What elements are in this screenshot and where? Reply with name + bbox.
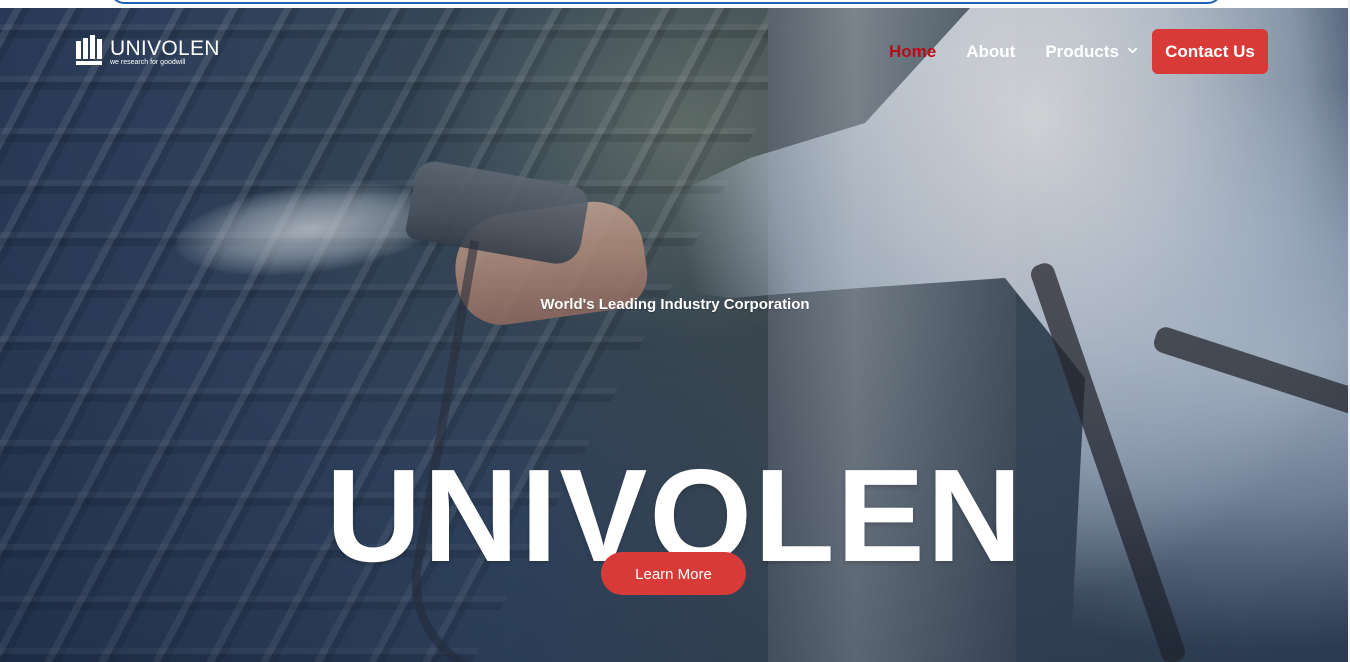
hero-eyebrow: World's Leading Industry Corporation	[540, 296, 810, 313]
page: UNIVOLEN we research for goodwill Home A…	[0, 0, 1350, 662]
nav-products-label: Products	[1045, 41, 1119, 61]
site-logo[interactable]: UNIVOLEN we research for goodwill	[75, 35, 219, 71]
logo-title: UNIVOLEN	[110, 37, 220, 60]
chevron-down-icon	[1128, 47, 1137, 54]
univolen-logo-icon	[76, 35, 102, 65]
top-frame-outline	[110, 0, 1222, 4]
nav-about-link[interactable]: About	[966, 41, 1015, 63]
nav-home-link[interactable]: Home	[889, 41, 936, 63]
learn-more-button[interactable]: Learn More	[601, 552, 746, 595]
logo-tagline: we research for goodwill	[110, 59, 186, 66]
nav-products-link[interactable]: Products	[1045, 41, 1137, 63]
main-navigation: Home About Products Contact Us	[889, 29, 1268, 74]
contact-us-button[interactable]: Contact Us	[1152, 29, 1268, 74]
